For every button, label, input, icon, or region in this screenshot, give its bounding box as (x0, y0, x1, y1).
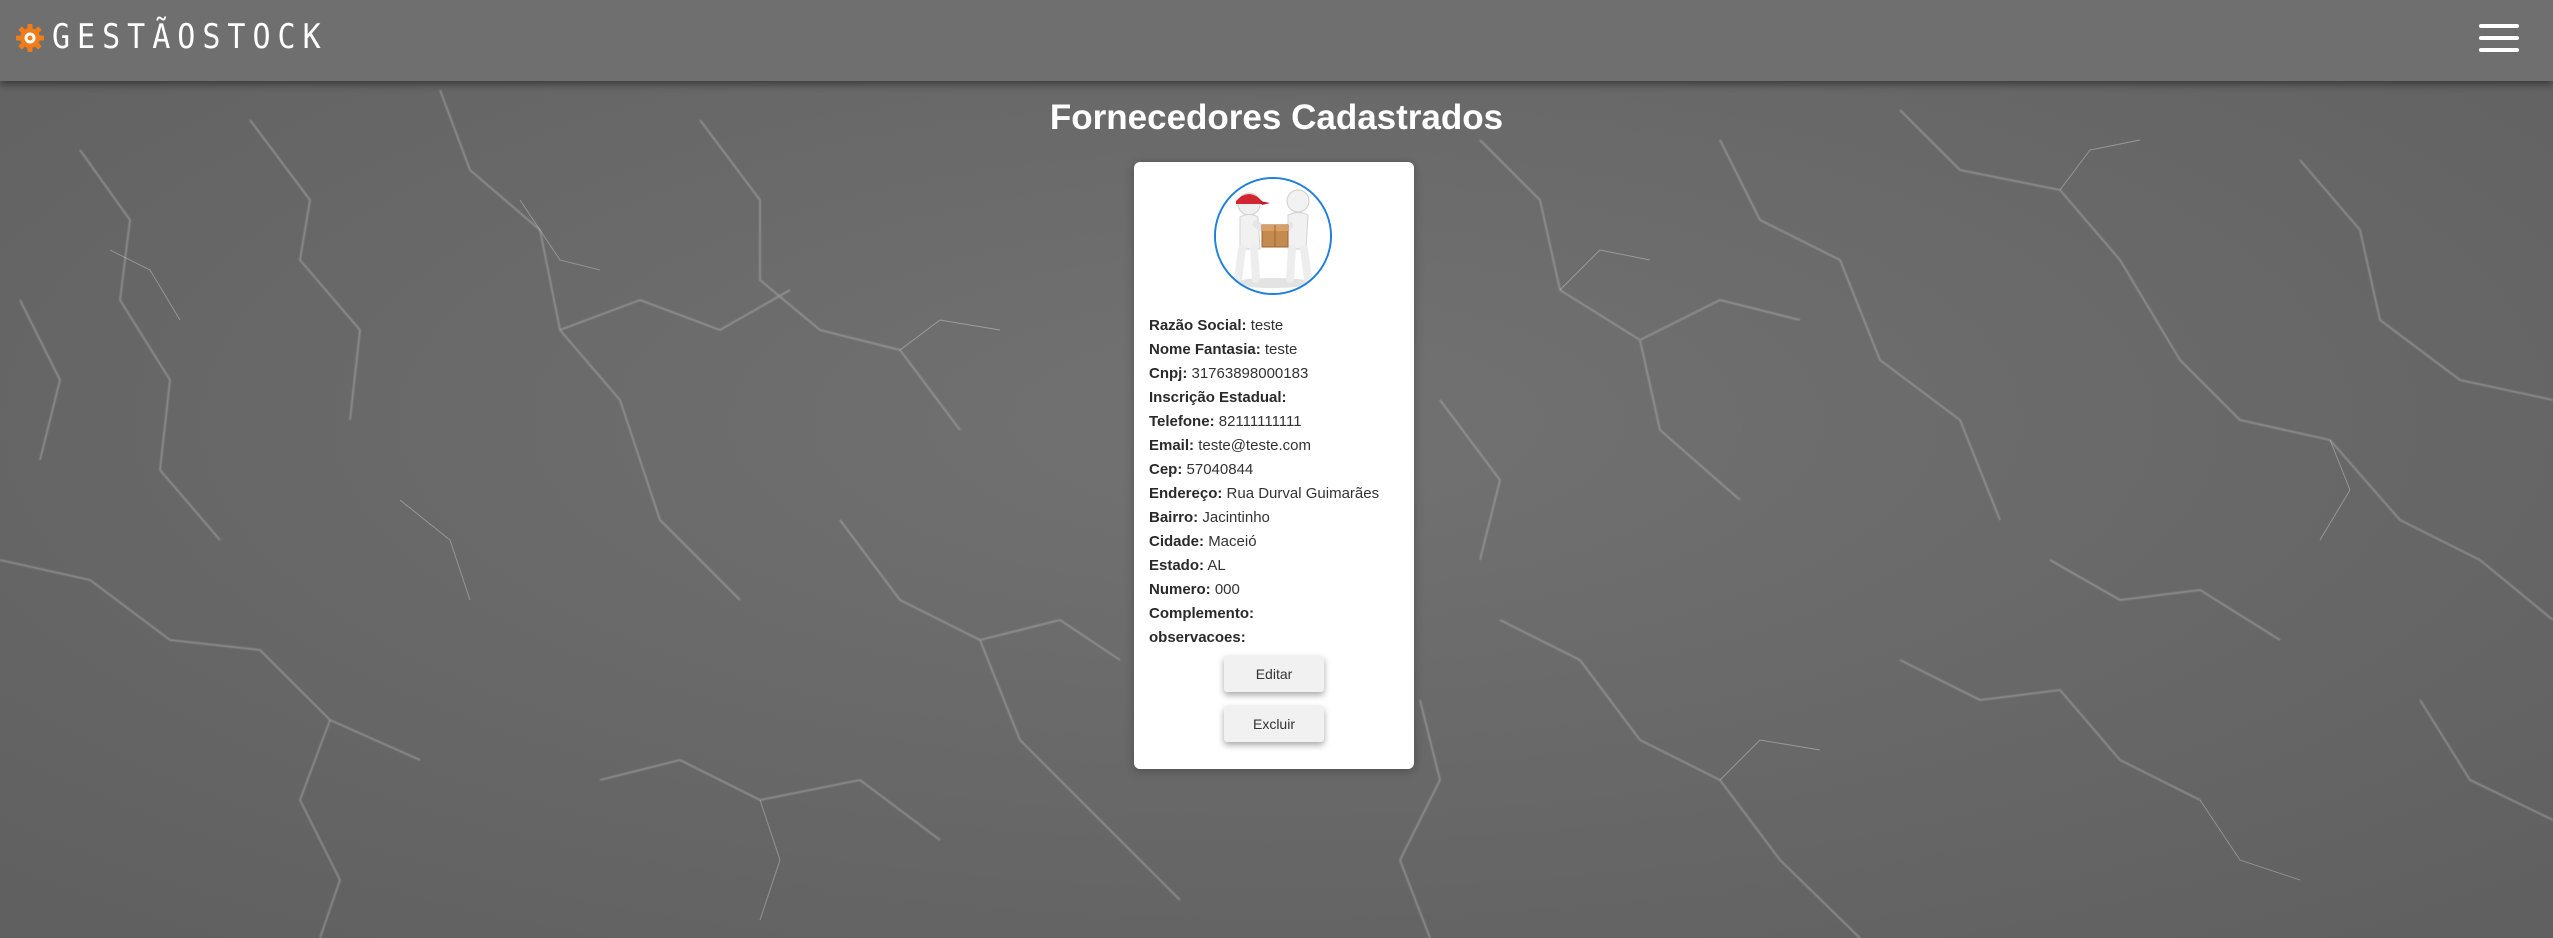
field-value: Maceió (1208, 533, 1257, 550)
field-label: Complemento: (1149, 605, 1254, 622)
brand-name: GESTÃOSTOCK (52, 17, 328, 58)
field-value: Jacintinho (1202, 509, 1270, 526)
field-cnpj: Cnpj: 31763898000183 (1149, 362, 1409, 386)
field-nome-fantasia: Nome Fantasia: teste (1149, 338, 1409, 362)
page-title: Fornecedores Cadastrados (1049, 98, 1504, 137)
field-cep: Cep: 57040844 (1149, 458, 1409, 482)
edit-button[interactable]: Editar (1224, 656, 1324, 692)
field-label: Inscrição Estadual: (1149, 389, 1287, 406)
field-label: Estado: (1149, 557, 1205, 574)
field-label: Cidade: (1149, 533, 1205, 550)
field-value: teste (1264, 341, 1298, 358)
field-value: teste (1250, 317, 1284, 334)
field-value: teste@teste.com (1198, 437, 1311, 454)
field-observacoes: observacoes: (1149, 626, 1409, 650)
menu-bar (2479, 24, 2519, 28)
field-cidade: Cidade: Maceió (1149, 530, 1409, 554)
field-value: 31763898000183 (1191, 365, 1309, 382)
supplier-avatar (1214, 177, 1332, 295)
field-label: Cnpj: (1149, 365, 1188, 382)
field-label: Endereço: (1149, 485, 1223, 502)
field-value: AL (1207, 557, 1226, 574)
field-label: Razão Social: (1149, 317, 1247, 334)
field-value: 000 (1214, 581, 1240, 598)
top-navbar: GESTÃOSTOCK (0, 0, 2553, 81)
field-telefone: Telefone: 82111111111 (1149, 410, 1409, 434)
field-endereco: Endereço: Rua Durval Guimarães (1149, 482, 1409, 506)
field-complemento: Complemento: (1149, 602, 1409, 626)
field-value: 82111111111 (1218, 413, 1302, 430)
delivery-people-with-box-image (1216, 179, 1330, 293)
field-email: Email: teste@teste.com (1149, 434, 1409, 458)
gear-icon (16, 24, 44, 52)
field-label: Email: (1149, 437, 1195, 454)
field-label: Cep: (1149, 461, 1183, 478)
field-numero: Numero: 000 (1149, 578, 1409, 602)
field-label: Telefone: (1149, 413, 1215, 430)
delete-button[interactable]: Excluir (1224, 706, 1324, 742)
menu-bar (2479, 36, 2519, 40)
field-value: Rua Durval Guimarães (1226, 485, 1380, 502)
supplier-card: Razão Social: teste Nome Fantasia: teste… (1134, 162, 1414, 769)
field-razao-social: Razão Social: teste (1149, 314, 1409, 338)
brand-logo[interactable]: GESTÃOSTOCK (14, 18, 328, 58)
field-value: 57040844 (1186, 461, 1254, 478)
field-label: Bairro: (1149, 509, 1199, 526)
field-bairro: Bairro: Jacintinho (1149, 506, 1409, 530)
menu-bar (2479, 48, 2519, 52)
field-estado: Estado: AL (1149, 554, 1409, 578)
field-label: Numero: (1149, 581, 1211, 598)
field-label: observacoes: (1149, 629, 1246, 646)
supplier-details: Razão Social: teste Nome Fantasia: teste… (1149, 314, 1409, 650)
field-label: Nome Fantasia: (1149, 341, 1261, 358)
hamburger-menu-icon[interactable] (2479, 23, 2519, 53)
field-inscricao-estadual: Inscrição Estadual: (1149, 386, 1409, 410)
